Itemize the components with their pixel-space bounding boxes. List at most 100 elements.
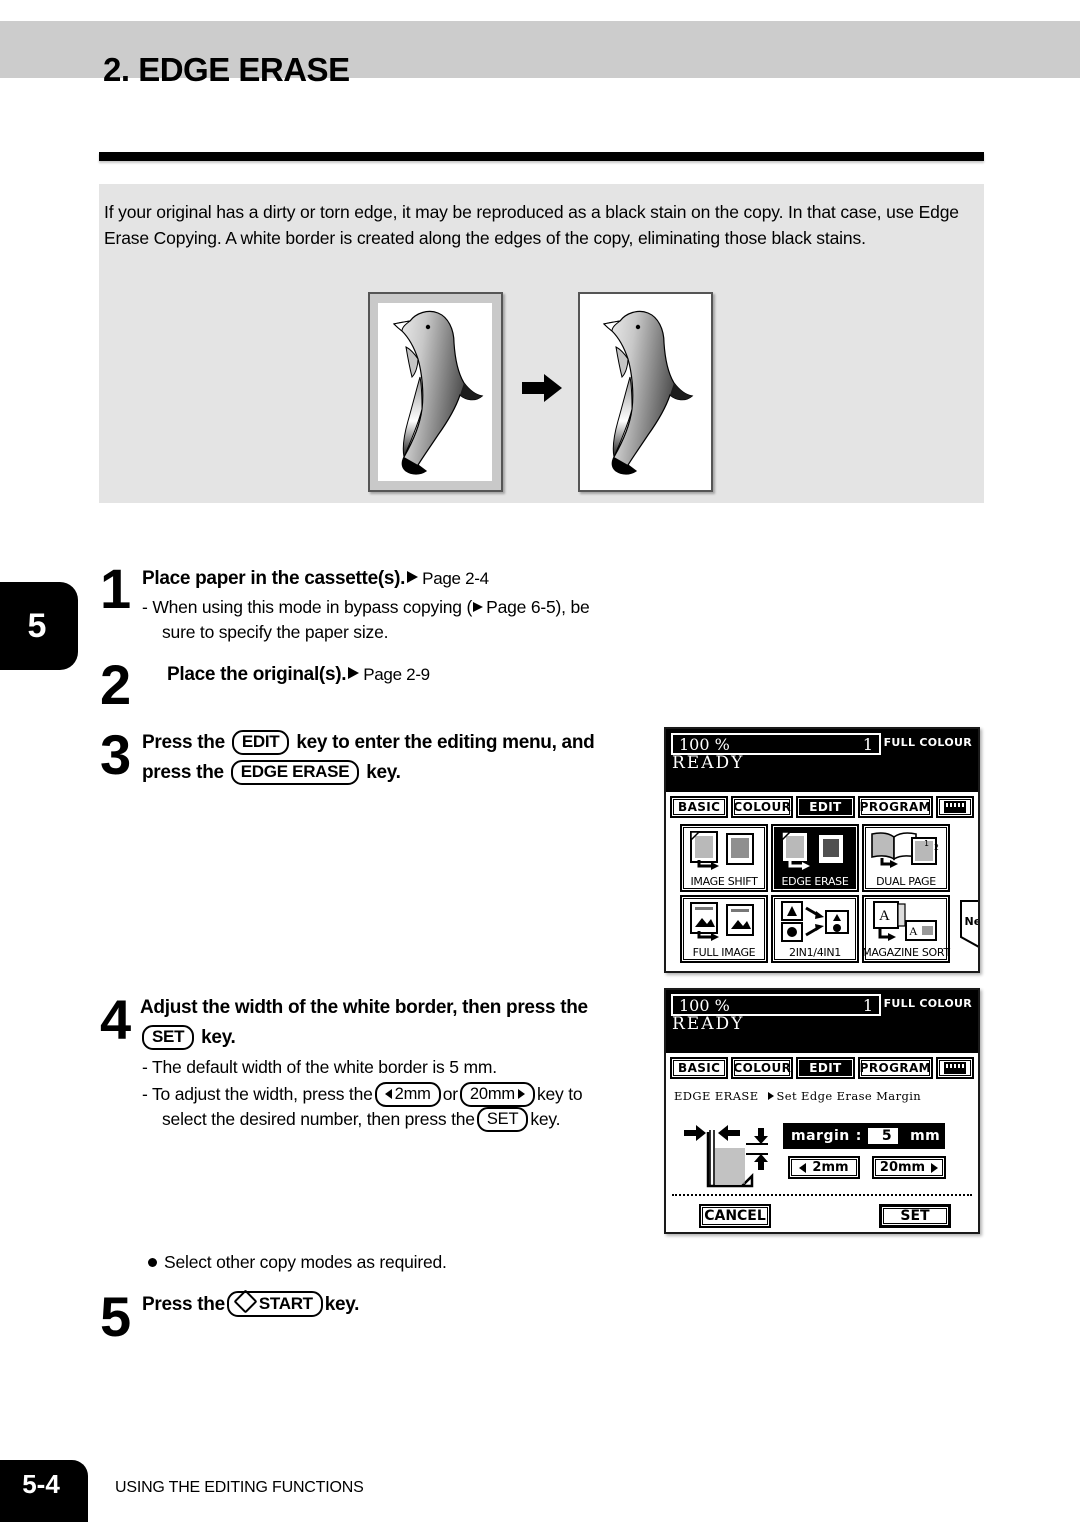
see-page-triangle-icon (348, 667, 360, 679)
zoom-and-copies-box: 100 % 1 (671, 733, 881, 755)
keyboard-icon (944, 1062, 967, 1074)
intro-description: If your original has a dirty or torn edg… (104, 202, 959, 248)
set-button[interactable]: SET (879, 1204, 951, 1228)
step-1-note-a: When using this mode in bypass copying ( (152, 597, 473, 617)
step-3-text-d: key. (366, 762, 401, 783)
key-decrease-2mm-label: 2mm (394, 1085, 431, 1103)
bullet-icon (148, 1258, 157, 1267)
step-1-note-line2: sure to specify the paper size. (162, 622, 389, 642)
step-1-page-ref: Page 2-4 (422, 569, 489, 588)
see-page-triangle-icon (473, 602, 484, 612)
function-label: FULL IMAGE (692, 946, 756, 959)
percent-sign: % (714, 995, 730, 1015)
key-set-2: SET (476, 1107, 529, 1132)
function-dual-page[interactable]: 1 2 DUAL PAGE (862, 824, 950, 892)
margin-unit: mm (910, 1128, 941, 1144)
step-4-dash-1: - (142, 1057, 148, 1077)
tab-basic[interactable]: BASIC (670, 796, 729, 818)
step-5-text-b: key. (324, 1294, 360, 1315)
dual-page-icon: 1 2 (864, 826, 948, 875)
function-label: 2IN1/4IN1 (789, 946, 841, 959)
start-diamond-icon (233, 1289, 258, 1314)
step-4-note-2-d: select the desired number, then press th… (162, 1109, 475, 1129)
lcd-edge-erase-margin-screen[interactable]: 100 % 1 FULL COLOUR READY BASIC COLOUR E… (664, 988, 980, 1234)
step-5-note-text: Select other copy modes as required. (164, 1252, 447, 1272)
footer-section-label: USING THE EDITING FUNCTIONS (115, 1479, 364, 1496)
see-page-triangle-icon (407, 571, 419, 583)
step-4-number: 4 (100, 988, 131, 1051)
machine-status-label: READY (672, 1014, 745, 1034)
step-5-heading: Press the START key. (142, 1289, 360, 1318)
tab-basic[interactable]: BASIC (670, 1057, 729, 1079)
tab-program[interactable]: PROGRAM (857, 796, 934, 818)
lcd-edit-menu-screen[interactable]: 100 % 1 FULL COLOUR READY BASIC COLOUR E… (664, 727, 980, 973)
step-1-heading-text: Place paper in the cassette(s). (142, 568, 406, 589)
nin1-icon (773, 897, 857, 946)
zoom-ratio: 100 (679, 995, 710, 1015)
function-image-shift[interactable]: IMAGE SHIFT (680, 824, 768, 892)
section-divider-rule (99, 152, 984, 161)
next-page-button[interactable]: Next (959, 899, 978, 949)
step-5-text-a: Press the (142, 1294, 225, 1315)
key-start-label: START (258, 1294, 313, 1313)
step-1-note-ref: Page 6-5), be (486, 597, 590, 617)
function-label: MAGAZINE SORT (862, 946, 950, 959)
decrease-margin-button[interactable]: 2mm (788, 1156, 860, 1179)
tab-colour[interactable]: COLOUR (731, 1057, 794, 1079)
full-image-icon (682, 897, 766, 946)
function-2in1-4in1[interactable]: 2IN1/4IN1 (771, 895, 859, 963)
tab-keypad[interactable] (936, 1057, 975, 1079)
breadcrumb: EDGE ERASE Set Edge Erase Margin (674, 1089, 921, 1103)
step-2-heading: Place the original(s). Page 2-9 (167, 661, 430, 688)
lcd-tab-bar: BASIC COLOUR EDIT PROGRAM (666, 1053, 978, 1083)
breadcrumb-mode: EDGE ERASE (674, 1089, 759, 1103)
function-label: IMAGE SHIFT (690, 875, 758, 888)
margin-value-field: margin : 5 mm (783, 1123, 945, 1149)
edge-erase-diagram (682, 1114, 778, 1196)
original-document-page (378, 303, 492, 481)
margin-colon: : (855, 1128, 862, 1144)
step-4-heading: Adjust the width of the white border, th… (140, 994, 660, 1051)
key-start: START (226, 1289, 323, 1317)
cancel-button[interactable]: CANCEL (699, 1204, 771, 1228)
tab-edit[interactable]: EDIT (796, 1057, 855, 1079)
tab-program[interactable]: PROGRAM (857, 1057, 934, 1079)
step-2-heading-text: Place the original(s). (167, 664, 347, 685)
step-4-note-1: - The default width of the white border … (142, 1055, 652, 1080)
function-label: EDGE ERASE (781, 875, 849, 888)
step-1-dash: - (142, 597, 148, 617)
key-set: SET (142, 1025, 195, 1050)
lcd-edit-body: IMAGE SHIFT EDGE ERASE 1 2 DUAL PAGE FUL… (666, 823, 978, 971)
tab-colour[interactable]: COLOUR (731, 796, 794, 818)
lcd-margin-body: EDGE ERASE Set Edge Erase Margin margin :… (666, 1084, 978, 1232)
tab-edit[interactable]: EDIT (796, 796, 855, 818)
increase-margin-label: 20mm (879, 1160, 926, 1175)
function-edge-erase[interactable]: EDGE ERASE (771, 824, 859, 892)
step-4-note-2-e: key. (530, 1109, 561, 1129)
footer-page-tab: 5-4 (0, 1460, 88, 1522)
dolphin-illustration-copy (602, 310, 694, 475)
step-5-number: 5 (100, 1285, 131, 1348)
image-shift-icon (682, 826, 766, 875)
increase-margin-button[interactable]: 20mm (872, 1156, 946, 1179)
key-increase-20mm: 20mm (459, 1082, 535, 1107)
tab-keypad[interactable] (936, 796, 975, 818)
function-label: DUAL PAGE (876, 875, 936, 888)
left-arrow-icon (799, 1162, 807, 1173)
function-magazine-sort[interactable]: A A MAGAZINE SORT (862, 895, 950, 963)
function-full-image[interactable]: FULL IMAGE (680, 895, 768, 963)
step-3-text-a: Press the (142, 732, 225, 753)
step-1-heading: Place paper in the cassette(s). Page 2-4 (142, 565, 489, 592)
svg-text:A: A (879, 908, 890, 924)
colour-mode-label: FULL COLOUR (883, 736, 972, 749)
margin-label: margin (791, 1128, 850, 1144)
step-4-dash-2: - (142, 1084, 148, 1104)
dolphin-illustration-original (392, 310, 484, 475)
step-3-heading: Press the EDIT key to enter the editing … (142, 729, 662, 786)
breadcrumb-arrow-icon (768, 1092, 775, 1100)
percent-sign: % (714, 734, 730, 754)
keyboard-icon (944, 801, 967, 813)
copy-count: 1 (862, 734, 873, 754)
magazine-sort-icon: A A (864, 897, 948, 946)
step-3-text-b: key to enter the editing menu, and (296, 732, 595, 753)
